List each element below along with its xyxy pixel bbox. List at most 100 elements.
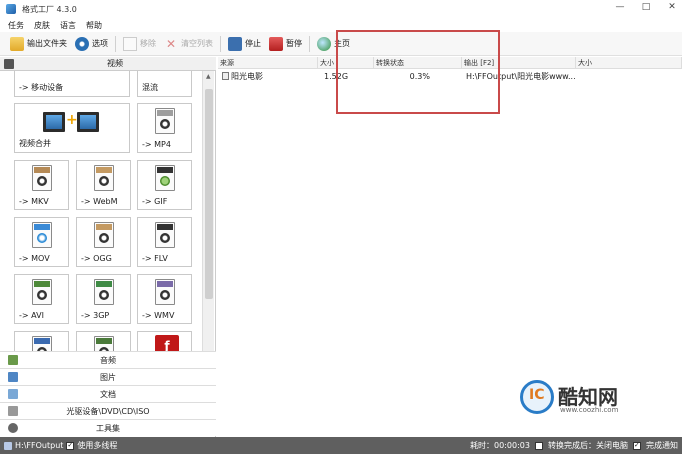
tile-swf[interactable]: ƒ <box>137 331 192 351</box>
folder-icon <box>10 36 24 51</box>
tile-ogg[interactable]: -> OGG <box>76 217 131 267</box>
menu-help[interactable]: 帮助 <box>86 20 102 31</box>
options-label: 选项 <box>92 39 108 48</box>
stop-label: 停止 <box>245 39 261 48</box>
category-tools-label: 工具集 <box>96 423 120 433</box>
tile-wmv[interactable]: -> WMV <box>137 274 192 324</box>
menu-language[interactable]: 语言 <box>60 20 76 31</box>
vob-file-icon <box>94 336 114 351</box>
category-document[interactable]: 文档 <box>0 385 216 402</box>
notify-checkbox[interactable] <box>633 441 641 450</box>
watermark-logo-text: IC <box>529 387 545 403</box>
row-source-text: 阳光电影 <box>231 72 263 81</box>
toolbar-divider <box>309 35 310 52</box>
options-button[interactable]: 选项 <box>71 34 112 54</box>
app-icon <box>6 4 16 14</box>
tile-label: -> OGG <box>81 254 112 263</box>
tile-label: -> AVI <box>19 311 44 320</box>
tile-flv[interactable]: -> FLV <box>137 217 192 267</box>
folder-status-icon <box>4 441 12 450</box>
tile-label: -> GIF <box>142 197 168 206</box>
globe-icon <box>317 36 331 51</box>
tile-video-merge[interactable]: + 视频合并 <box>14 103 130 153</box>
window-controls: — □ ✕ <box>614 2 678 12</box>
status-bar: H:\FFOutput 使用多线程 耗时：00:00:03 转换完成后：关闭电脑… <box>0 437 682 454</box>
tile-avi[interactable]: -> AVI <box>14 274 69 324</box>
tile-label: -> MP4 <box>142 140 171 149</box>
col-output-size[interactable]: 大小 <box>576 57 682 69</box>
tile-mobile-device[interactable]: -> 移动设备 <box>14 71 130 97</box>
scroll-thumb[interactable] <box>205 89 213 299</box>
film-merge-icon: + <box>43 110 101 132</box>
tile-label: 混流 <box>142 83 158 92</box>
toolbar-divider <box>220 35 221 52</box>
mkv-file-icon <box>32 165 52 191</box>
maximize-button[interactable]: □ <box>640 2 652 12</box>
pause-icon <box>269 36 283 51</box>
clear-list-button[interactable]: ✕ 清空列表 <box>160 34 217 54</box>
avi-file-icon <box>32 279 52 305</box>
mov-file-icon <box>32 222 52 248</box>
tile-webm[interactable]: -> WebM <box>76 160 131 210</box>
output-folder-label: 输出文件夹 <box>27 39 67 48</box>
window-title: 格式工厂 4.3.0 <box>22 4 77 14</box>
toolbar-divider <box>115 35 116 52</box>
tile-mix[interactable]: 混流 <box>137 71 192 97</box>
menu-skin[interactable]: 皮肤 <box>34 20 50 31</box>
tiles-scrollbar[interactable]: ▲ <box>202 71 214 351</box>
wmv-file-icon <box>155 279 175 305</box>
flv-file-icon <box>155 222 175 248</box>
task-list: 来源 大小 转换状态 输出 [F2] 大小 阳光电影 1.52G 0.3% H:… <box>218 30 682 437</box>
col-source[interactable]: 来源 <box>218 57 318 69</box>
shutdown-label: 转换完成后：关闭电脑 <box>548 441 628 450</box>
gif-file-icon <box>155 165 175 191</box>
tile-label: -> FLV <box>142 254 168 263</box>
category-document-label: 文档 <box>100 389 116 399</box>
category-optical[interactable]: 光驱设备\DVD\CD\ISO <box>0 402 216 419</box>
tile-vob[interactable] <box>76 331 131 351</box>
multithread-label: 使用多线程 <box>77 441 118 450</box>
remove-button[interactable]: 移除 <box>119 34 160 54</box>
minimize-button[interactable]: — <box>614 2 626 12</box>
tile-mp4[interactable]: -> MP4 <box>137 103 192 153</box>
pause-button[interactable]: 暂停 <box>265 34 306 54</box>
tile-label: -> 3GP <box>81 311 110 320</box>
close-button[interactable]: ✕ <box>666 2 678 12</box>
tile-label: -> WMV <box>142 311 175 320</box>
3gp-file-icon <box>94 279 114 305</box>
stop-button[interactable]: 停止 <box>224 34 265 54</box>
mp4-file-icon <box>155 108 175 134</box>
tile-mpg[interactable] <box>14 331 69 351</box>
output-folder-button[interactable]: 输出文件夹 <box>6 34 71 54</box>
output-path[interactable]: H:\FFOutput <box>15 441 63 450</box>
tile-mov[interactable]: -> MOV <box>14 217 69 267</box>
category-picture[interactable]: 图片 <box>0 368 216 385</box>
options-icon <box>75 36 89 51</box>
category-audio[interactable]: 音频 <box>0 351 216 368</box>
category-optical-label: 光驱设备\DVD\CD\ISO <box>66 406 150 416</box>
row-source: 阳光电影 <box>220 70 318 83</box>
tile-label: -> MOV <box>19 254 50 263</box>
tile-label: -> MKV <box>19 197 49 206</box>
file-icon <box>222 72 229 80</box>
status-right: 耗时：00:00:03 转换完成后：关闭电脑 完成通知 <box>470 437 678 454</box>
tile-label: -> WebM <box>81 197 118 206</box>
video-icon <box>4 58 14 69</box>
category-audio-label: 音频 <box>100 355 116 365</box>
tile-3gp[interactable]: -> 3GP <box>76 274 131 324</box>
category-video[interactable]: 视频 <box>0 57 216 71</box>
tile-label: -> 移动设备 <box>19 83 64 92</box>
shutdown-checkbox[interactable] <box>535 441 543 450</box>
menu-tasks[interactable]: 任务 <box>8 20 24 31</box>
category-picture-label: 图片 <box>100 372 116 382</box>
scroll-up-icon[interactable]: ▲ <box>206 73 211 80</box>
webm-file-icon <box>94 165 114 191</box>
pause-label: 暂停 <box>286 39 302 48</box>
tile-mkv[interactable]: -> MKV <box>14 160 69 210</box>
highlight-box <box>336 30 500 114</box>
remove-label: 移除 <box>140 39 156 48</box>
title-bar: 格式工厂 4.3.0 — □ ✕ <box>0 0 682 18</box>
category-tools[interactable]: 工具集 <box>0 419 216 436</box>
tile-gif[interactable]: -> GIF <box>137 160 192 210</box>
multithread-checkbox[interactable] <box>66 441 75 450</box>
